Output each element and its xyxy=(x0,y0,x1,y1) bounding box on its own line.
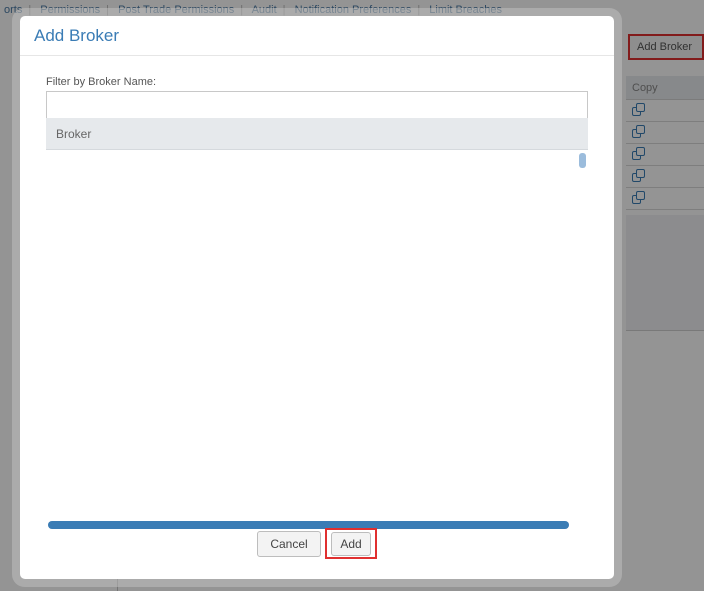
add-button[interactable]: Add xyxy=(331,532,371,556)
broker-column-header: Broker xyxy=(46,118,588,150)
cancel-button[interactable]: Cancel xyxy=(257,531,321,557)
broker-filter-input[interactable] xyxy=(46,91,588,119)
add-button-highlight: Add xyxy=(325,528,377,559)
progress-fill xyxy=(48,521,569,529)
loading-progress-bar xyxy=(48,521,569,529)
list-scrollbar[interactable] xyxy=(579,153,586,168)
dialog-title: Add Broker xyxy=(34,26,120,45)
add-broker-dialog: Add Broker Filter by Broker Name: Broker… xyxy=(20,16,614,579)
dialog-header: Add Broker xyxy=(20,16,614,56)
filter-label: Filter by Broker Name: xyxy=(46,76,157,88)
